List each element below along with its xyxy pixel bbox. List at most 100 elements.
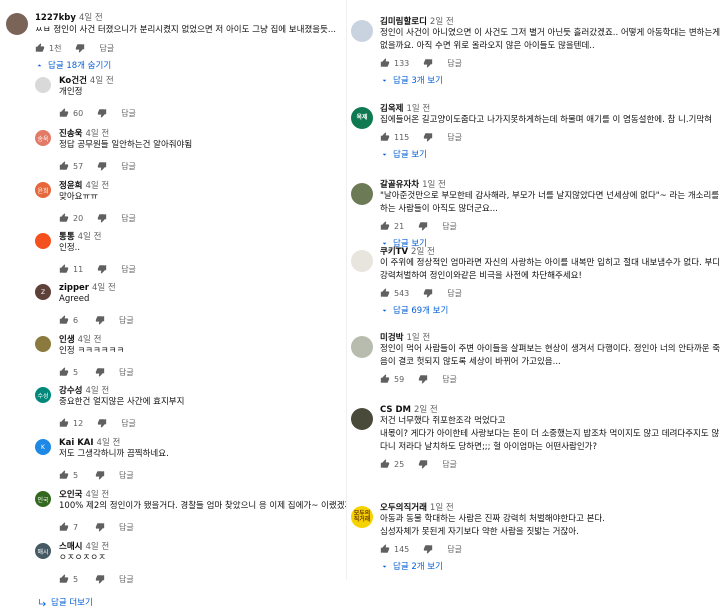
thumbs-up-icon[interactable] — [380, 132, 390, 142]
avatar[interactable] — [6, 13, 28, 35]
comment-time[interactable]: 2일 전 — [430, 17, 454, 27]
reply-button[interactable]: 답글 — [121, 418, 136, 429]
avatar[interactable] — [351, 408, 373, 430]
thumbs-down-icon[interactable] — [423, 132, 433, 142]
avatar[interactable] — [35, 77, 51, 93]
reply-button[interactable]: 답글 — [119, 574, 134, 585]
reply-button[interactable]: 답글 — [447, 58, 462, 69]
comment-time[interactable]: 2일 전 — [411, 247, 435, 257]
comment-author[interactable]: CS DM — [380, 405, 411, 415]
comment-time[interactable]: 4일 전 — [97, 438, 121, 448]
thumbs-up-icon[interactable] — [59, 213, 69, 223]
comment-author[interactable]: 쿠키TV — [380, 247, 408, 257]
comment-time[interactable]: 4일 전 — [85, 181, 109, 191]
comment-author[interactable]: 갈골유자차 — [380, 180, 419, 190]
thumbs-down-icon[interactable] — [95, 315, 105, 325]
avatar[interactable] — [35, 336, 51, 352]
reply-button[interactable]: 답글 — [447, 132, 462, 143]
thumbs-down-icon[interactable] — [423, 544, 433, 554]
comment-time[interactable]: 4일 전 — [85, 386, 109, 396]
comment-author[interactable]: 1227kby — [35, 13, 76, 23]
comment-time[interactable]: 1일 전 — [406, 104, 430, 114]
comment-time[interactable]: 4일 전 — [90, 76, 114, 86]
comment-time[interactable]: 4일 전 — [92, 283, 116, 293]
reply-button[interactable]: 답글 — [442, 374, 457, 385]
comment-time[interactable]: 1일 전 — [422, 180, 446, 190]
comment-author[interactable]: zipper — [59, 283, 89, 293]
avatar[interactable]: 모두의 직거래 — [351, 506, 373, 528]
avatar[interactable]: Z — [35, 284, 51, 300]
thumbs-down-icon[interactable] — [418, 459, 428, 469]
thumbs-up-icon[interactable] — [35, 43, 45, 53]
comment-time[interactable]: 4일 전 — [85, 490, 109, 500]
comment-time[interactable]: 4일 전 — [85, 542, 109, 552]
reply-button[interactable]: 답글 — [442, 221, 457, 232]
comment-author[interactable]: 강수성 — [59, 386, 82, 396]
avatar[interactable]: 수성 — [35, 387, 51, 403]
avatar[interactable] — [351, 250, 373, 272]
comment-author[interactable]: 김미림할로디 — [380, 17, 427, 27]
comment-author[interactable]: Kai KAI — [59, 438, 94, 448]
avatar[interactable] — [351, 20, 373, 42]
view-replies-button[interactable]: 답글 69개 보기 — [380, 304, 448, 316]
reply-button[interactable]: 답글 — [121, 213, 136, 224]
avatar[interactable]: 매시 — [35, 543, 51, 559]
thumbs-down-icon[interactable] — [75, 43, 85, 53]
view-replies-button[interactable]: 답글 2개 보기 — [380, 560, 443, 572]
reply-button[interactable]: 답글 — [447, 288, 462, 299]
thumbs-up-icon[interactable] — [59, 470, 69, 480]
reply-button[interactable]: 답글 — [442, 459, 457, 470]
reply-button[interactable]: 답글 — [119, 367, 134, 378]
thumbs-up-icon[interactable] — [59, 418, 69, 428]
thumbs-up-icon[interactable] — [59, 574, 69, 584]
comment-author[interactable]: 스매시 — [59, 542, 82, 552]
thumbs-up-icon[interactable] — [380, 374, 390, 384]
avatar[interactable]: 옥제 — [351, 107, 373, 129]
comment-author[interactable]: 미겅박 — [380, 333, 403, 343]
thumbs-down-icon[interactable] — [418, 374, 428, 384]
comment-time[interactable]: 4일 전 — [85, 129, 109, 139]
comment-time[interactable]: 1일 전 — [430, 503, 454, 513]
thumbs-down-icon[interactable] — [97, 161, 107, 171]
thumbs-up-icon[interactable] — [59, 315, 69, 325]
avatar[interactable]: K — [35, 439, 51, 455]
thumbs-up-icon[interactable] — [59, 264, 69, 274]
reply-button[interactable]: 답글 — [121, 108, 136, 119]
comment-author[interactable]: 오인국 — [59, 490, 82, 500]
avatar[interactable] — [35, 233, 51, 249]
avatar[interactable]: 인국 — [35, 491, 51, 507]
comment-author[interactable]: 정윤희 — [59, 181, 82, 191]
comment-author[interactable]: 인생 — [59, 335, 75, 345]
reply-button[interactable]: 답글 — [99, 43, 114, 54]
comment-author[interactable]: Ko건건 — [59, 76, 87, 86]
reply-button[interactable]: 답글 — [447, 544, 462, 555]
thumbs-down-icon[interactable] — [97, 264, 107, 274]
thumbs-down-icon[interactable] — [95, 574, 105, 584]
thumbs-down-icon[interactable] — [97, 108, 107, 118]
comment-time[interactable]: 4일 전 — [79, 13, 103, 23]
thumbs-down-icon[interactable] — [95, 367, 105, 377]
thumbs-down-icon[interactable] — [418, 221, 428, 231]
comment-author[interactable]: 통통 — [59, 232, 75, 242]
thumbs-up-icon[interactable] — [380, 459, 390, 469]
thumbs-up-icon[interactable] — [380, 288, 390, 298]
avatar[interactable]: 송욱 — [35, 130, 51, 146]
reply-button[interactable]: 답글 — [119, 470, 134, 481]
reply-button[interactable]: 답글 — [121, 161, 136, 172]
comment-author[interactable]: 김옥제 — [380, 104, 403, 114]
thumbs-up-icon[interactable] — [59, 108, 69, 118]
reply-button[interactable]: 답글 — [119, 522, 134, 533]
comment-author[interactable]: 오두의직거래 — [380, 503, 427, 513]
comment-time[interactable]: 2일 전 — [414, 405, 438, 415]
thumbs-up-icon[interactable] — [380, 58, 390, 68]
thumbs-up-icon[interactable] — [380, 544, 390, 554]
comment-author[interactable]: 진송욱 — [59, 129, 82, 139]
avatar[interactable]: 윤희 — [35, 182, 51, 198]
reply-button[interactable]: 답글 — [121, 264, 136, 275]
thumbs-down-icon[interactable] — [97, 418, 107, 428]
thumbs-up-icon[interactable] — [59, 522, 69, 532]
hide-replies-button[interactable]: 답글 18개 숨기기 — [35, 59, 111, 71]
thumbs-down-icon[interactable] — [423, 58, 433, 68]
comment-time[interactable]: 4일 전 — [78, 232, 102, 242]
thumbs-up-icon[interactable] — [59, 367, 69, 377]
